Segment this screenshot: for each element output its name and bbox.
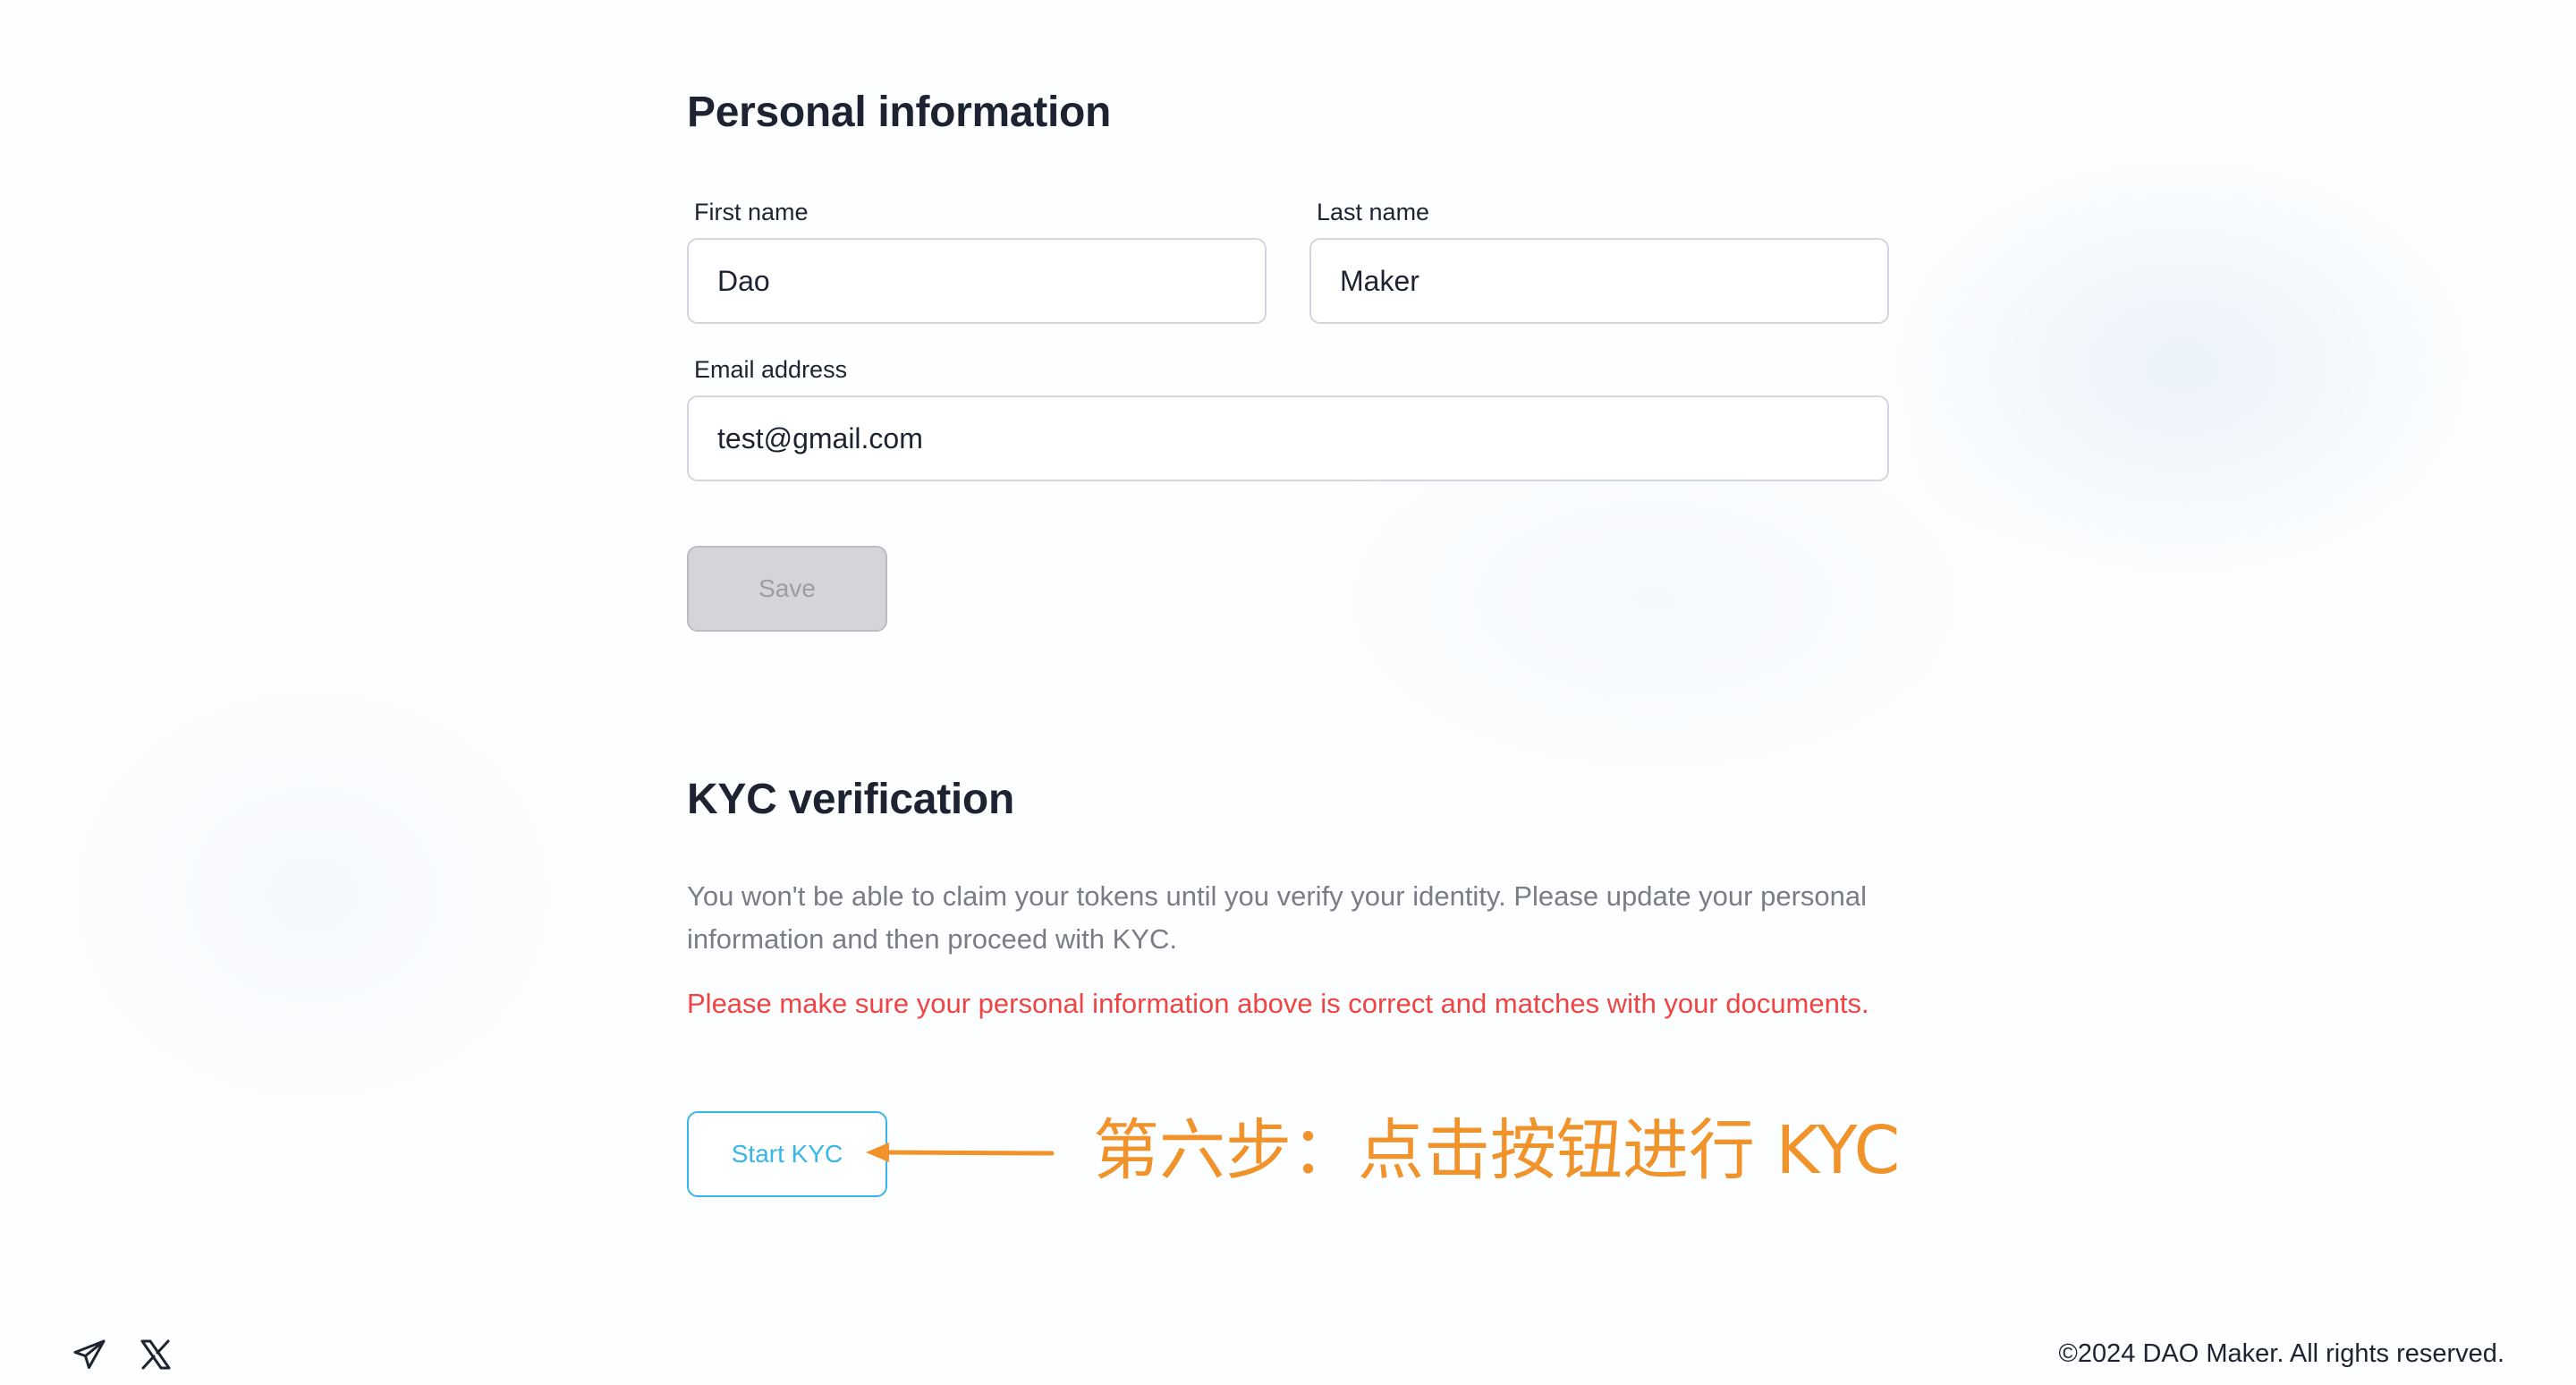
- email-field[interactable]: [687, 395, 1889, 481]
- annotation-text: 第六步：点击按钮进行 KYC: [1093, 1112, 1901, 1189]
- kyc-description: You won't be able to claim your tokens u…: [687, 880, 1868, 955]
- telegram-icon[interactable]: [72, 1337, 107, 1372]
- first-name-field[interactable]: [687, 238, 1267, 324]
- annotation-arrow-icon: [866, 1143, 1055, 1162]
- save-button[interactable]: Save: [687, 546, 887, 632]
- kyc-warning-text: Please make sure your personal informati…: [687, 988, 1869, 1019]
- first-name-label: First name: [694, 199, 809, 225]
- last-name-field[interactable]: [1309, 238, 1889, 324]
- email-label: Email address: [694, 356, 848, 383]
- kyc-verification-title: KYC verification: [687, 776, 1014, 823]
- copyright-text: ©2024 DAO Maker. All rights reserved.: [2058, 1339, 2504, 1368]
- last-name-label: Last name: [1317, 199, 1430, 225]
- start-kyc-button[interactable]: Start KYC: [687, 1111, 887, 1197]
- background-glow: [1860, 134, 2504, 599]
- personal-information-title: Personal information: [687, 89, 1112, 136]
- x-icon[interactable]: [138, 1337, 174, 1372]
- background-glow: [0, 626, 626, 1163]
